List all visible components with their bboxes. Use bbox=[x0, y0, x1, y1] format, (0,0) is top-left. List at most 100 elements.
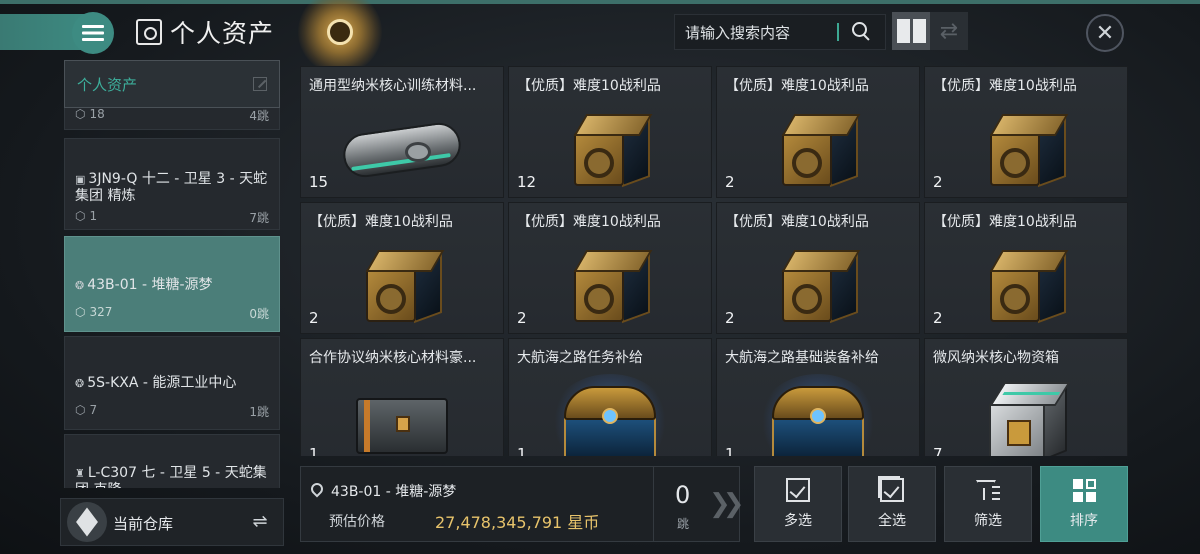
item-card[interactable]: 大航海之路基础装备补给 1 bbox=[716, 338, 920, 456]
sidebar-header[interactable]: 个人资产 bbox=[64, 60, 280, 108]
material-box-icon bbox=[356, 386, 448, 456]
loot-crate-icon bbox=[984, 112, 1069, 188]
location-info-panel: 43B-01 - 堆糖-源梦 预估价格 27,478,345,791 星币 0 … bbox=[300, 466, 744, 542]
location-sidebar: ⬡ 18 4跳 个人资产 ▣ 3JN9-Q 十二 - 卫星 3 - 天蛇集团 精炼 … bbox=[60, 56, 284, 488]
item-card[interactable]: 【优质】难度10战利品 2 bbox=[508, 202, 712, 334]
current-location: 43B-01 - 堆糖-源梦 bbox=[331, 484, 457, 500]
price-value: 27,478,345,791 星币 bbox=[435, 513, 600, 532]
sidebar-item[interactable]: ♜L-C307 七 - 卫星 5 - 天蛇集团 克隆 bbox=[64, 434, 280, 488]
item-count: 2 bbox=[725, 173, 735, 191]
jump-count: 1跳 bbox=[249, 405, 269, 419]
menu-button[interactable] bbox=[72, 12, 114, 54]
select-all-icon bbox=[878, 476, 904, 502]
location-name: 5S-KXA - 能源工业中心 bbox=[87, 375, 237, 391]
item-card[interactable]: 【优质】难度10战利品 12 bbox=[508, 66, 712, 198]
scan-icon bbox=[327, 19, 353, 45]
hamburger-icon bbox=[82, 25, 104, 41]
item-count: 7 bbox=[89, 403, 98, 417]
swap-view-icon[interactable]: ⇄ bbox=[930, 12, 968, 50]
item-count: 2 bbox=[517, 309, 527, 327]
sort-label: 排序 bbox=[1070, 512, 1098, 529]
item-name: 【优质】难度10战利品 bbox=[309, 214, 453, 230]
item-name: 通用型纳米核心训练材料... bbox=[309, 78, 477, 94]
top-accent-line bbox=[0, 0, 1200, 4]
item-card[interactable]: 【优质】难度10战利品 2 bbox=[716, 66, 920, 198]
sidebar-item[interactable]: ❂ 5S-KXA - 能源工业中心 ⬡ 7 1跳 bbox=[64, 336, 280, 430]
divider bbox=[653, 467, 654, 541]
price-label: 预估价格 bbox=[329, 514, 385, 530]
treasure-chest-icon bbox=[550, 374, 670, 456]
loot-crate-icon bbox=[360, 248, 445, 324]
item-card[interactable]: 大航海之路任务补给 1 bbox=[508, 338, 712, 456]
item-count: 15 bbox=[309, 173, 329, 191]
cube-icon: ⬡ bbox=[75, 403, 86, 417]
view-toggle[interactable]: ⇄ bbox=[892, 12, 968, 50]
warehouse-icon bbox=[67, 502, 107, 542]
current-warehouse-label: 当前仓库 bbox=[113, 515, 174, 533]
item-count: 18 bbox=[89, 107, 105, 121]
jump-label: 跳 bbox=[677, 517, 690, 531]
item-name: 【优质】难度10战利品 bbox=[933, 78, 1077, 94]
location-name: L-C307 七 - 卫星 5 - 天蛇集团 克隆 bbox=[75, 465, 267, 488]
faction-icon: ❂ bbox=[75, 377, 85, 390]
current-warehouse-bar[interactable]: 当前仓库 ⇌ bbox=[60, 498, 284, 546]
location-pin-icon bbox=[311, 483, 323, 499]
chevron-right-icon[interactable]: ❯❯ bbox=[709, 489, 744, 519]
item-name: 【优质】难度10战利品 bbox=[725, 78, 869, 94]
capsule-icon bbox=[340, 120, 464, 181]
cube-icon: ⬡ bbox=[75, 209, 86, 223]
station-icon: ▣ bbox=[75, 173, 86, 186]
item-name: 【优质】难度10战利品 bbox=[933, 214, 1077, 230]
item-name: 【优质】难度10战利品 bbox=[517, 78, 661, 94]
item-card[interactable]: 合作协议纳米核心材料豪... 1 bbox=[300, 338, 504, 456]
loot-crate-icon bbox=[984, 248, 1069, 324]
multi-select-button[interactable]: 多选 bbox=[754, 466, 842, 542]
page-title: 个人资产 bbox=[170, 19, 275, 48]
search-box[interactable]: 请输入搜索内容 bbox=[674, 14, 886, 50]
item-card[interactable]: 【优质】难度10战利品 2 bbox=[924, 202, 1128, 334]
item-count: 2 bbox=[933, 309, 943, 327]
select-all-label: 全选 bbox=[878, 513, 906, 529]
item-card[interactable]: 【优质】难度10战利品 2 bbox=[924, 66, 1128, 198]
item-count: 12 bbox=[517, 173, 537, 191]
grid-view-icon[interactable] bbox=[892, 12, 930, 50]
jump-count: 7跳 bbox=[249, 211, 269, 225]
loot-crate-icon bbox=[568, 112, 653, 188]
item-card[interactable]: 【优质】难度10战利品 2 bbox=[716, 202, 920, 334]
item-card[interactable]: 【优质】难度10战利品 2 bbox=[300, 202, 504, 334]
item-count: 7 bbox=[933, 445, 943, 456]
page-title-group: 个人资产 bbox=[136, 14, 274, 50]
close-button[interactable]: ✕ bbox=[1086, 14, 1124, 52]
edit-icon[interactable] bbox=[253, 77, 267, 91]
filter-icon bbox=[976, 478, 1000, 502]
item-name: 【优质】难度10战利品 bbox=[517, 214, 661, 230]
item-count: 1 bbox=[89, 209, 98, 223]
sort-button[interactable]: 排序 bbox=[1040, 466, 1128, 542]
select-all-button[interactable]: 全选 bbox=[848, 466, 936, 542]
jump-count: 4跳 bbox=[249, 109, 269, 123]
swap-icon[interactable]: ⇌ bbox=[249, 511, 271, 533]
treasure-chest-icon bbox=[758, 374, 878, 456]
cube-icon: ⬡ bbox=[75, 107, 86, 121]
filter-button[interactable]: 筛选 bbox=[944, 466, 1032, 542]
sort-icon bbox=[1072, 478, 1096, 502]
search-cursor bbox=[837, 23, 839, 41]
location-name: 43B-01 - 堆糖-源梦 bbox=[87, 277, 213, 293]
location-name: 3JN9-Q 十二 - 卫星 3 - 天蛇集团 精炼 bbox=[75, 171, 268, 204]
item-card[interactable]: 微风纳米核心物资箱 7 bbox=[924, 338, 1128, 456]
search-icon[interactable] bbox=[851, 21, 873, 43]
close-icon: ✕ bbox=[1095, 20, 1115, 46]
item-name: 【优质】难度10战利品 bbox=[725, 214, 869, 230]
jump-count: 0 bbox=[675, 481, 691, 509]
filter-label: 筛选 bbox=[974, 513, 1002, 529]
item-card[interactable]: 通用型纳米核心训练材料... 15 bbox=[300, 66, 504, 198]
supply-box-icon bbox=[983, 380, 1071, 456]
item-name: 微风纳米核心物资箱 bbox=[933, 350, 1059, 366]
faction-icon: ❂ bbox=[75, 279, 85, 292]
sidebar-item-active[interactable]: ❂ 43B-01 - 堆糖-源梦 ⬡ 327 0跳 bbox=[64, 236, 280, 332]
multi-select-label: 多选 bbox=[784, 513, 812, 529]
sidebar-item[interactable]: ▣ 3JN9-Q 十二 - 卫星 3 - 天蛇集团 精炼 ⬡ 1 7跳 bbox=[64, 138, 280, 230]
search-input[interactable]: 请输入搜索内容 bbox=[675, 22, 837, 43]
item-count: 1 bbox=[309, 445, 319, 456]
item-count: 2 bbox=[933, 173, 943, 191]
